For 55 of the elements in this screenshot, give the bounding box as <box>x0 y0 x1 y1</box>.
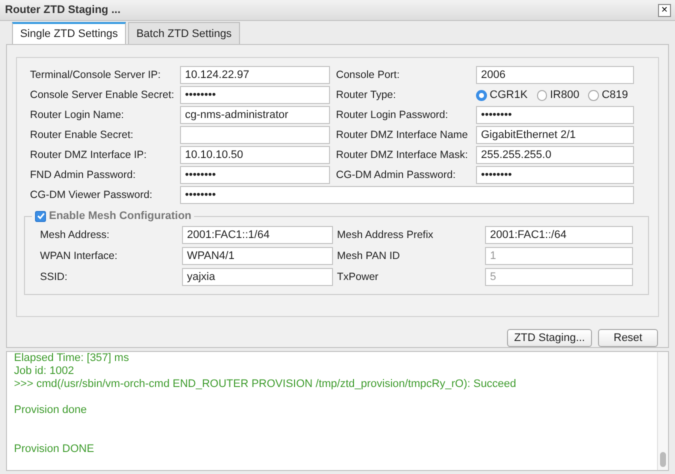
field-label: Router DMZ Interface Mask: <box>335 149 469 161</box>
input-field[interactable]: 10.124.22.97 <box>180 66 330 84</box>
field-label: Router DMZ Interface IP: <box>30 149 148 161</box>
input-field[interactable]: •••••••• <box>476 106 634 124</box>
log-line: Provision DONE <box>14 443 96 456</box>
tab[interactable]: Batch ZTD Settings <box>128 22 240 44</box>
log-line: Elapsed Time: [357] ms <box>14 352 130 365</box>
input-field[interactable] <box>180 126 330 144</box>
reset-button[interactable]: Reset <box>598 329 658 347</box>
field-label: Router Login Name: <box>30 109 125 121</box>
input-field[interactable]: yajxia <box>182 268 333 286</box>
field-label: Router Enable Secret: <box>30 129 134 141</box>
field-label: Router Login Password: <box>335 109 450 121</box>
scrollbar-thumb[interactable] <box>660 452 666 467</box>
log-line: Job id: 1002 <box>14 365 75 378</box>
close-button[interactable]: × <box>658 4 671 16</box>
field-label: SSID: <box>40 271 68 283</box>
field-label: TxPower <box>336 271 380 283</box>
input-field[interactable]: 10.10.10.50 <box>180 146 330 164</box>
input-field[interactable]: cg-nms-administrator <box>180 106 330 124</box>
input-field[interactable]: •••••••• <box>180 186 634 204</box>
field-label: Mesh PAN ID <box>336 250 401 262</box>
radio-label: C819 <box>602 89 628 101</box>
input-field[interactable]: •••••••• <box>180 166 330 184</box>
radio-button[interactable] <box>476 90 487 100</box>
input-field[interactable]: •••••••• <box>476 166 634 184</box>
radio-button[interactable] <box>536 90 547 100</box>
input-field[interactable]: 255.255.255.0 <box>476 146 634 164</box>
input-field[interactable]: 2006 <box>476 66 634 84</box>
window-title: Router ZTD Staging ... <box>5 4 120 16</box>
input-field[interactable]: WPAN4/1 <box>182 247 333 265</box>
log-line: Provision done <box>14 404 88 417</box>
field-label: Mesh Address Prefix <box>336 229 434 241</box>
field-label: CG-DM Viewer Password: <box>30 189 154 201</box>
field-label: Console Server Enable Secret: <box>30 89 176 101</box>
staging-button[interactable]: ZTD Staging... <box>507 329 592 347</box>
field-label: CG-DM Admin Password: <box>335 169 457 181</box>
field-label: FND Admin Password: <box>30 169 137 181</box>
radio-button[interactable] <box>588 90 599 100</box>
input-field[interactable]: GigabitEthernet 2/1 <box>476 126 634 144</box>
field-label: WPAN Interface: <box>40 250 118 262</box>
field-label: Console Port: <box>335 69 401 81</box>
input-field[interactable]: •••••••• <box>180 86 330 104</box>
input-field[interactable]: 2001:FAC1::/64 <box>485 226 633 244</box>
tab[interactable]: Single ZTD Settings <box>12 22 126 44</box>
field-label: Terminal/Console Server IP: <box>30 69 162 81</box>
radio-label: CGR1K <box>490 89 528 101</box>
field-label: Router DMZ Interface Name <box>335 129 469 141</box>
log-line: >>> cmd(/usr/sbin/vm-orch-cmd END_ROUTER PROVISION /tmp/ztd_provision/tmpcRy_rO): Succeed <box>14 378 518 391</box>
radio-label: IR800 <box>550 89 580 101</box>
input-field[interactable]: 2001:FAC1::1/64 <box>182 226 333 244</box>
field-label: Router Type: <box>335 89 397 101</box>
checkbox[interactable] <box>35 210 46 222</box>
field-label: Mesh Address: <box>40 229 110 241</box>
checkbox-label: Enable Mesh Configuration <box>49 210 192 222</box>
